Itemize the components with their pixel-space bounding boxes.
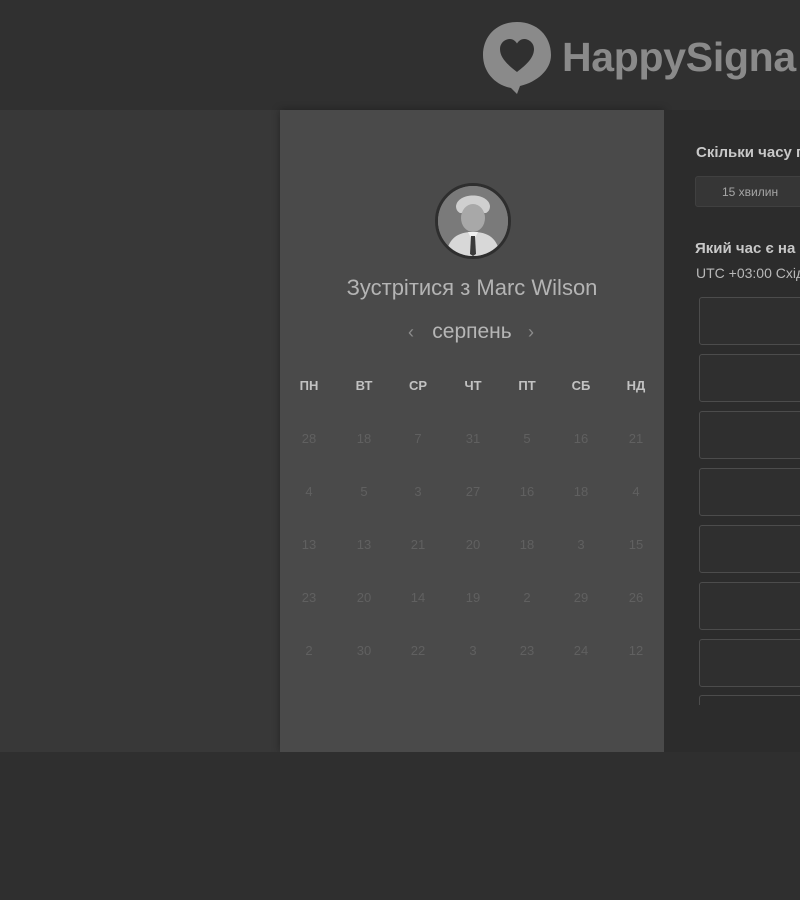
weekday-label: НД [626, 378, 646, 393]
scheduling-panel: Скільки часу п 15 хвилин Який час є на U… [664, 110, 800, 752]
calendar-day: 20 [356, 590, 372, 605]
calendar-day: 4 [305, 484, 313, 499]
time-slot[interactable] [699, 525, 800, 573]
weekday-label: ПТ [518, 378, 536, 393]
weekday-label: ЧТ [464, 378, 482, 393]
calendar-day: 12 [628, 643, 644, 658]
calendar-day: 28 [301, 431, 317, 446]
calendar-day: 3 [577, 537, 585, 552]
calendar-day: 2 [305, 643, 313, 658]
calendar-day: 20 [465, 537, 481, 552]
timezone-label: UTC +03:00 Схід [696, 265, 800, 281]
chevron-right-icon[interactable]: › [528, 322, 534, 343]
calendar-card: Зустрітися з Marc Wilson ‹ серпень › ПН … [280, 110, 664, 752]
duration-label: 15 хвилин [722, 185, 779, 199]
calendar-day: 13 [356, 537, 372, 552]
time-slot[interactable] [699, 354, 800, 402]
left-spacer [0, 110, 280, 752]
calendar-day: 3 [414, 484, 422, 499]
calendar-day: 2 [523, 590, 531, 605]
calendar-day: 29 [573, 590, 589, 605]
calendar-day: 15 [628, 537, 644, 552]
calendar-day: 30 [356, 643, 372, 658]
host-avatar [435, 183, 511, 259]
calendar-day: 24 [573, 643, 589, 658]
calendar-day: 23 [519, 643, 535, 658]
duration-question: Скільки часу п [696, 144, 800, 161]
weekday-label: СР [408, 378, 428, 393]
weekday-label: ПН [299, 378, 319, 393]
calendar-day: 23 [301, 590, 317, 605]
calendar-day: 3 [469, 643, 477, 658]
weekday-label: СБ [571, 378, 591, 393]
duration-option[interactable]: 15 хвилин [695, 176, 800, 207]
calendar-day: 19 [465, 590, 481, 605]
calendar-day: 18 [519, 537, 535, 552]
calendar-day: 21 [628, 431, 644, 446]
month-label: серпень [432, 320, 512, 343]
calendar-day: 16 [519, 484, 535, 499]
calendar-day: 5 [523, 431, 531, 446]
heart-speech-bubble-icon [483, 22, 551, 94]
calendar-day: 14 [410, 590, 426, 605]
time-slot[interactable] [699, 297, 800, 345]
booking-title: Зустрітися з Marc Wilson [346, 275, 598, 300]
person-avatar-icon [438, 186, 508, 256]
time-slot[interactable] [699, 639, 800, 687]
calendar-day: 16 [573, 431, 589, 446]
month-navigation: ‹ серпень › [280, 320, 664, 350]
time-slot[interactable] [699, 411, 800, 459]
footer-area [0, 752, 800, 900]
calendar-day: 31 [465, 431, 481, 446]
time-question: Який час є на [695, 240, 796, 257]
time-slot[interactable] [699, 695, 800, 705]
calendar-day: 5 [360, 484, 368, 499]
header: HappySigna [0, 0, 800, 110]
calendar-day: 22 [410, 643, 426, 658]
time-slot[interactable] [699, 468, 800, 516]
calendar-day: 13 [301, 537, 317, 552]
time-slot[interactable] [699, 582, 800, 630]
calendar-day: 27 [465, 484, 481, 499]
weekday-label: ВТ [355, 378, 373, 393]
calendar-day: 7 [414, 431, 422, 446]
calendar-day: 18 [356, 431, 372, 446]
calendar-day: 21 [410, 537, 426, 552]
calendar-day: 18 [573, 484, 589, 499]
calendar-day: 26 [628, 590, 644, 605]
calendar-day: 4 [632, 484, 640, 499]
brand-name: HappySigna [562, 34, 796, 80]
